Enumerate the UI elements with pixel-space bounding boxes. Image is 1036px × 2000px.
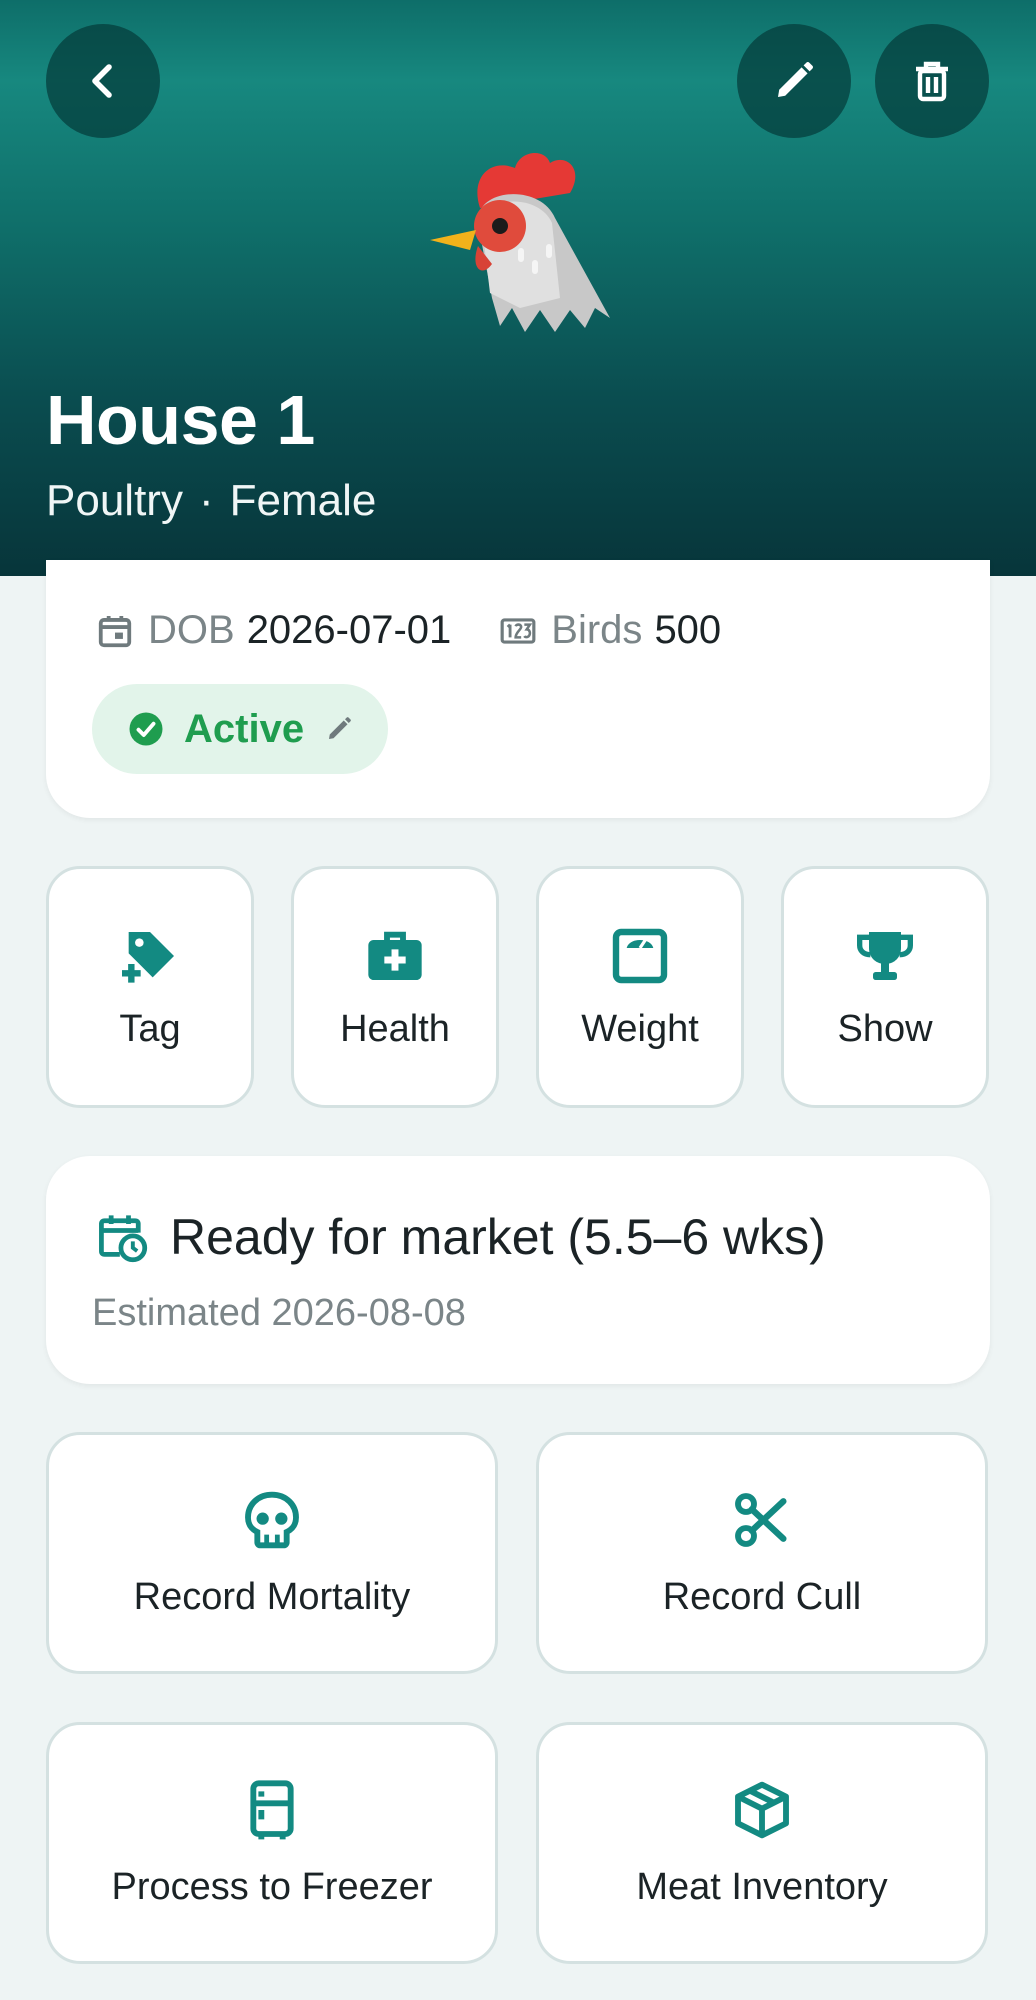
tag-label: Tag	[119, 1007, 181, 1050]
scale-icon	[612, 928, 668, 983]
weight-label: Weight	[581, 1007, 699, 1050]
page-subtitle: Poultry · Female	[46, 476, 376, 526]
tag-tile[interactable]: Tag	[46, 866, 254, 1108]
dob-label: DOB	[148, 608, 235, 652]
tag-add-icon	[122, 931, 174, 983]
fridge-icon	[250, 1779, 294, 1839]
scissors-icon	[735, 1492, 787, 1547]
meat-inventory-label: Meat Inventory	[636, 1865, 888, 1908]
page-title: House 1	[46, 381, 315, 459]
back-button[interactable]	[46, 24, 160, 138]
check-circle-icon	[129, 712, 163, 746]
market-title-row: Ready for market (5.5–6 wks)	[96, 1208, 826, 1266]
count-label: Birds	[551, 608, 643, 652]
trophy-icon	[857, 931, 913, 980]
process-to-freezer-button[interactable]: Process to Freezer	[46, 1722, 498, 1964]
status-badge[interactable]: Active	[92, 684, 388, 774]
record-cull-button[interactable]: Record Cull	[536, 1432, 988, 1674]
record-mortality-button[interactable]: Record Mortality	[46, 1432, 498, 1674]
chevron-left-icon	[92, 64, 112, 98]
hero-header: House 1 Poultry · Female	[0, 0, 1036, 576]
market-card: Ready for market (5.5–6 wks) Estimated 2…	[46, 1156, 990, 1384]
pencil-small-icon	[329, 717, 351, 739]
record-cull-label: Record Cull	[662, 1575, 862, 1618]
health-label: Health	[340, 1007, 450, 1050]
calendar-icon	[98, 615, 132, 647]
show-label: Show	[837, 1007, 933, 1050]
edit-button[interactable]	[737, 24, 851, 138]
medical-bag-icon	[368, 931, 422, 980]
pencil-icon	[778, 62, 813, 97]
skull-icon	[245, 1491, 299, 1548]
species-label: Poultry	[46, 476, 183, 525]
meat-inventory-button[interactable]: Meat Inventory	[536, 1722, 988, 1964]
health-tile[interactable]: Health	[291, 866, 499, 1108]
chicken-icon	[430, 152, 610, 332]
dob-value: 2026-07-01	[246, 608, 452, 652]
package-icon	[735, 1781, 789, 1838]
trash-icon	[916, 61, 948, 102]
process-to-freezer-label: Process to Freezer	[111, 1865, 433, 1908]
info-row: DOB 2026-07-01 Birds 500	[96, 608, 721, 653]
market-title: Ready for market (5.5–6 wks)	[170, 1209, 826, 1265]
show-tile[interactable]: Show	[781, 866, 989, 1108]
sex-label: Female	[229, 476, 377, 525]
market-estimate: Estimated 2026-08-08	[92, 1292, 466, 1334]
delete-button[interactable]	[875, 24, 989, 138]
counter-icon	[500, 617, 536, 644]
weight-tile[interactable]: Weight	[536, 866, 744, 1108]
separator-dot: ·	[198, 476, 214, 525]
info-card: DOB 2026-07-01 Birds 500 Active	[46, 560, 990, 818]
status-label: Active	[184, 706, 305, 751]
calendar-clock-icon	[99, 1215, 148, 1263]
count-value: 500	[654, 608, 722, 652]
record-mortality-label: Record Mortality	[133, 1575, 411, 1618]
